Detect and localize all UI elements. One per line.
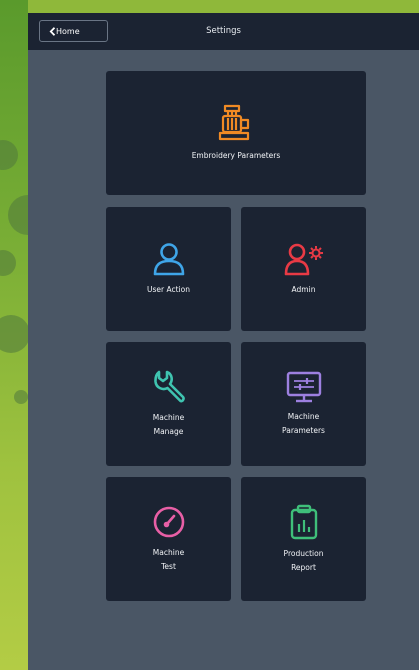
monitor-settings-icon bbox=[286, 371, 321, 403]
tile-label: Machine Parameters bbox=[282, 412, 325, 435]
tile-label: User Action bbox=[147, 285, 190, 294]
tile-user-action[interactable]: User Action bbox=[106, 207, 231, 331]
tile-label: Production Report bbox=[283, 549, 324, 572]
tile-production-report[interactable]: Production Report bbox=[241, 477, 366, 601]
admin-gear-icon bbox=[284, 243, 323, 276]
top-bar: Home Settings bbox=[28, 13, 419, 50]
tile-machine-test[interactable]: Machine Test bbox=[106, 477, 231, 601]
wrench-icon bbox=[153, 370, 185, 403]
tile-label: Admin bbox=[291, 285, 316, 294]
clipboard-chart-icon bbox=[290, 504, 317, 540]
user-icon bbox=[153, 243, 184, 276]
chevron-left-icon bbox=[49, 27, 56, 36]
tile-label: Machine Manage bbox=[152, 413, 185, 436]
tile-label: Embroidery Parameters bbox=[191, 151, 281, 160]
gauge-icon bbox=[153, 506, 184, 538]
embroidery-machine-icon bbox=[218, 104, 250, 141]
tile-machine-parameters[interactable]: Machine Parameters bbox=[241, 342, 366, 466]
settings-screen: Home Settings Embroidery Parameters User… bbox=[28, 13, 419, 670]
tile-machine-manage[interactable]: Machine Manage bbox=[106, 342, 231, 466]
tile-label: Machine Test bbox=[152, 548, 185, 571]
tile-embroidery-parameters[interactable]: Embroidery Parameters bbox=[106, 71, 366, 195]
tile-admin[interactable]: Admin bbox=[241, 207, 366, 331]
home-button-label: Home bbox=[56, 26, 80, 36]
background-bubble bbox=[14, 390, 28, 404]
home-button[interactable]: Home bbox=[39, 20, 108, 42]
